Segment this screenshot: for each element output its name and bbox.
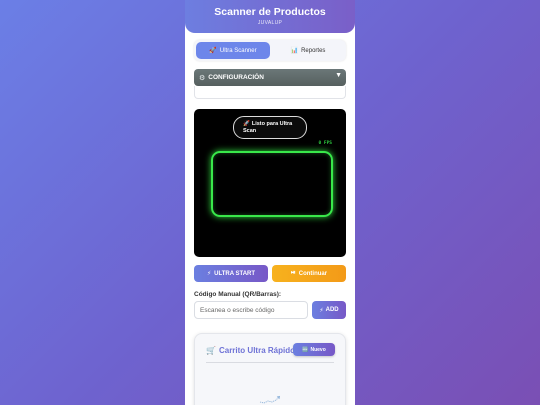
app-header: Scanner de Productos JUVALUP xyxy=(185,0,355,33)
play-icon: ⏯ xyxy=(290,270,296,276)
tab-reportes[interactable]: 📊 Reportes xyxy=(272,42,344,59)
ultra-start-label: ULTRA START xyxy=(214,270,256,277)
new-cart-label: Nuevo xyxy=(310,346,326,353)
camera-viewport[interactable]: 🚀 Listo para Ultra Scan 0 FPS xyxy=(194,109,346,257)
add-code-button[interactable]: ⚡ ADD xyxy=(312,301,346,319)
rocket-icon: 🚀 xyxy=(243,121,250,127)
tab-label: Reportes xyxy=(301,47,326,54)
manual-code-input[interactable] xyxy=(194,301,308,319)
new-icon: 🆕 xyxy=(302,346,309,353)
app-container: Scanner de Productos JUVALUP 🚀 Ultra Sca… xyxy=(185,0,355,405)
triangle-down-icon: ▼ xyxy=(335,72,342,79)
lightning-icon: ⚡ xyxy=(206,271,212,277)
ultra-start-button[interactable]: ⚡ ULTRA START xyxy=(194,265,268,282)
lightning-icon: ⚡ xyxy=(319,307,324,314)
tab-ultra-scanner[interactable]: 🚀 Ultra Scanner xyxy=(196,42,270,59)
rocket-icon: 🚀 xyxy=(209,48,217,54)
tab-label: Ultra Scanner xyxy=(219,47,257,54)
fps-counter: 0 FPS xyxy=(318,141,332,146)
scanner-status-text: Listo para Ultra Scan xyxy=(243,121,293,134)
config-label: CONFIGURACIÓN xyxy=(208,74,264,81)
continue-button[interactable]: ⏯ Continuar xyxy=(272,265,346,282)
chart-icon: 📊 xyxy=(290,48,299,54)
cart-icon: 🛒 xyxy=(206,346,216,355)
manual-code-label: Código Manual (QR/Barras): xyxy=(194,291,282,298)
page-subtitle: JUVALUP xyxy=(257,20,283,26)
config-toggle[interactable]: ⚙ CONFIGURACIÓN ▼ xyxy=(194,69,346,86)
page-title: Scanner de Productos xyxy=(214,6,326,18)
cart-title-text: Carrito Ultra Rápido xyxy=(218,346,295,355)
continue-label: Continuar xyxy=(298,270,328,277)
add-label: ADD xyxy=(325,307,339,313)
cart-panel: 🛒 Carrito Ultra Rápido 🆕 Nuevo xyxy=(194,333,346,405)
scan-frame xyxy=(211,151,333,217)
config-panel xyxy=(194,86,346,99)
cart-title: 🛒 Carrito Ultra Rápido xyxy=(206,346,295,355)
tab-bar: 🚀 Ultra Scanner 📊 Reportes xyxy=(194,40,346,61)
empty-cart-icon xyxy=(259,395,281,404)
scanner-status-badge: 🚀 Listo para Ultra Scan xyxy=(233,116,307,139)
new-cart-button[interactable]: 🆕 Nuevo xyxy=(293,343,335,356)
cart-divider xyxy=(206,362,334,363)
gear-icon: ⚙ xyxy=(199,74,206,82)
